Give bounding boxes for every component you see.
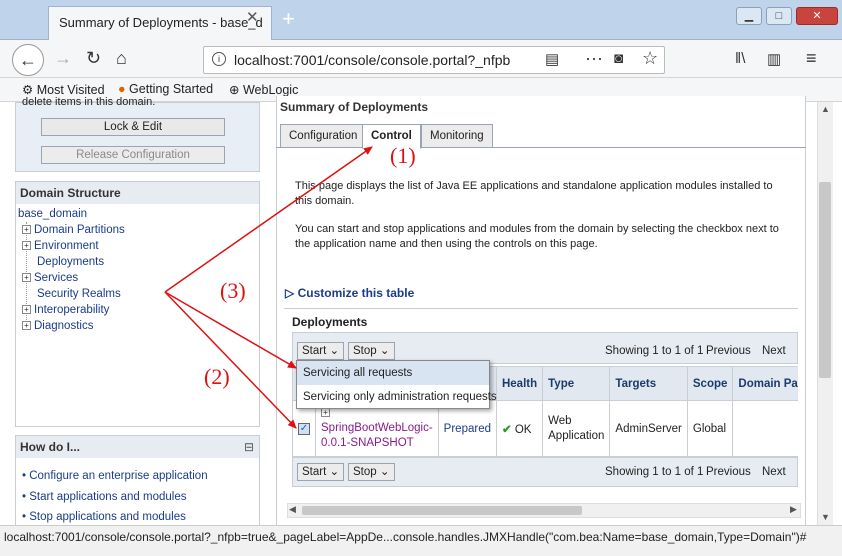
scroll-right-icon[interactable]: ▶ [790, 504, 797, 515]
annotation-1: (1) [390, 143, 416, 168]
globe-icon: ⊕ [229, 83, 240, 97]
tree-item-diagnostics[interactable]: + Diagnostics [22, 320, 93, 332]
chevron-down-icon: ⌄ [379, 466, 390, 478]
deployment-name-link[interactable]: SpringBootWebLogic-0.0.1-SNAPSHOT [321, 422, 433, 449]
chevron-down-icon: ⌄ [379, 345, 390, 357]
minimize-icon[interactable]: ▁ [736, 7, 762, 25]
check-icon: ✔ [501, 423, 512, 436]
info-icon[interactable]: i [212, 52, 226, 66]
scroll-left-icon[interactable]: ◀ [289, 504, 296, 515]
tab-close-icon[interactable]: ✕ [246, 8, 259, 26]
start-dropdown-button[interactable]: Start ⌄ [297, 342, 345, 360]
divider [284, 308, 798, 309]
maximize-icon[interactable]: □ [766, 7, 792, 25]
tree-item-services[interactable]: + Services [22, 272, 78, 284]
paging-info-bottom: Showing 1 to 1 of 1 [605, 466, 704, 478]
domain-structure-title: Domain Structure [16, 182, 259, 204]
menu-item-servicing-all[interactable]: Servicing all requests [297, 361, 489, 385]
pocket-icon[interactable]: ◙ [614, 50, 623, 67]
targets-header[interactable]: Targets [609, 366, 688, 401]
tree-item-deployments[interactable]: Deployments [37, 256, 104, 268]
type-header[interactable]: Type [542, 366, 611, 401]
window-close-icon[interactable]: ✕ [796, 7, 838, 25]
tree-root[interactable]: base_domain [18, 208, 87, 220]
row-type-cell: Web Application [542, 400, 611, 457]
next-link-bottom[interactable]: Next [762, 466, 786, 478]
stop-dropdown-button[interactable]: Stop ⌄ [348, 342, 395, 360]
scroll-down-icon[interactable]: ▼ [821, 512, 830, 522]
reload-icon[interactable]: ↻ [86, 48, 101, 69]
bookmark-getting-started[interactable]: ● Getting Started [118, 82, 213, 96]
chevron-down-icon: ⌄ [329, 345, 340, 357]
deployments-label: Deployments [292, 315, 368, 329]
tree-item-interoperability[interactable]: + Interoperability [22, 304, 109, 316]
description-1: This page displays the list of Java EE a… [295, 180, 773, 207]
description-2: You can start and stop applications and … [295, 223, 779, 250]
menu-icon[interactable]: ≡ [806, 48, 817, 69]
start-dropdown-menu: Servicing all requests Servicing only ad… [296, 360, 497, 409]
bookmark-weblogic[interactable]: ⊕ WebLogic [229, 82, 298, 97]
tree-item-domain-partitions[interactable]: + Domain Partitions [22, 224, 125, 236]
browser-tab[interactable]: Summary of Deployments - base_d [48, 6, 272, 40]
expand-icon[interactable]: + [321, 408, 330, 418]
bookmark-star-icon[interactable]: ☆ [642, 48, 658, 69]
chevron-down-icon: ⌄ [329, 466, 340, 478]
customize-table-link[interactable]: ▷ Customize this table [285, 286, 414, 300]
library-icon[interactable]: ‖\ [735, 50, 745, 67]
how-do-i-link[interactable]: • Configure an enterprise application [22, 470, 208, 482]
release-configuration-button[interactable]: Release Configuration [41, 146, 225, 164]
row-checkbox[interactable]: ✓ [298, 423, 310, 435]
how-do-i-link[interactable]: • Stop applications and modules [22, 511, 186, 523]
triangle-right-icon: ▷ [285, 286, 295, 300]
collapse-icon[interactable]: ⊟ [244, 440, 254, 454]
vertical-scroll-thumb[interactable] [819, 182, 831, 378]
menu-item-servicing-admin[interactable]: Servicing only administration requests [297, 385, 497, 409]
horizontal-scroll-thumb[interactable] [302, 506, 582, 515]
tree-item-security-realms[interactable]: Security Realms [37, 288, 121, 300]
annotation-3: (3) [220, 278, 246, 303]
lock-edit-button[interactable]: Lock & Edit [41, 118, 225, 136]
home-icon[interactable]: ⌂ [116, 48, 127, 69]
status-bar: localhost:7001/console/console.portal?_n… [0, 525, 842, 556]
bookmark-most-visited[interactable]: ⚙ Most Visited [22, 82, 105, 97]
tree-item-environment[interactable]: + Environment [22, 240, 99, 252]
row-scope-cell: Global [686, 400, 734, 457]
start-dropdown-button-bottom[interactable]: Start ⌄ [297, 463, 345, 481]
tab-monitoring[interactable]: Monitoring [421, 124, 493, 148]
firefox-icon: ● [118, 82, 126, 96]
expand-icon[interactable]: + [22, 305, 31, 315]
sidebar-icon[interactable]: ▥ [767, 50, 781, 68]
health-header[interactable]: Health [495, 366, 544, 401]
row-domain-partitions-cell [732, 400, 798, 457]
previous-link[interactable]: Previous [706, 345, 751, 357]
annotation-2: (2) [204, 364, 230, 389]
how-do-i-title: How do I... [16, 436, 259, 458]
tab-title: Summary of Deployments - base_d [59, 15, 263, 30]
reader-view-icon[interactable]: ▤ [545, 50, 559, 68]
url-text: localhost:7001/console/console.portal?_n… [234, 52, 511, 68]
row-targets-cell: AdminServer [609, 400, 688, 457]
expand-icon[interactable]: + [22, 273, 31, 283]
back-icon[interactable]: ← [12, 44, 44, 76]
expand-icon[interactable]: + [22, 225, 31, 235]
domain-partitions-header[interactable]: Domain Partiti [732, 366, 798, 401]
scope-header[interactable]: Scope [686, 366, 734, 401]
page-title: Summary of Deployments [280, 100, 429, 114]
previous-link-bottom[interactable]: Previous [706, 466, 751, 478]
change-center-text: delete items in this domain. [22, 96, 156, 108]
new-tab-icon[interactable]: + [282, 6, 295, 32]
row-health-cell: ✔ OK [495, 400, 544, 457]
tab-configuration[interactable]: Configuration [280, 124, 367, 148]
scroll-up-icon[interactable]: ▲ [821, 104, 830, 114]
stop-dropdown-button-bottom[interactable]: Stop ⌄ [348, 463, 395, 481]
paging-info: Showing 1 to 1 of 1 [605, 345, 704, 357]
next-link[interactable]: Next [762, 345, 786, 357]
gear-icon: ⚙ [22, 83, 34, 97]
page-actions-icon[interactable]: ··· [585, 48, 603, 69]
forward-icon[interactable]: → [54, 48, 72, 69]
how-do-i-link[interactable]: • Start applications and modules [22, 491, 187, 503]
expand-icon[interactable]: + [22, 321, 31, 331]
expand-icon[interactable]: + [22, 241, 31, 251]
